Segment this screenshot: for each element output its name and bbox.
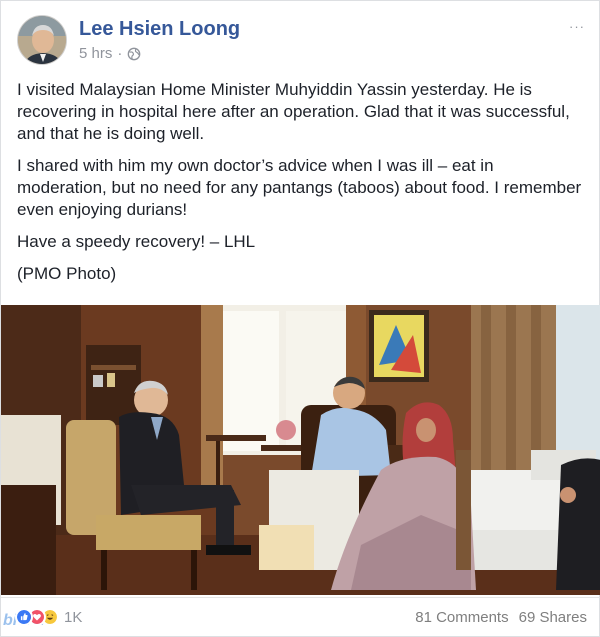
meta-separator: · [117,45,123,62]
facebook-post: Lee Hsien Loong 5 hrs · ··· I visited Ma… [0,0,600,637]
globe-icon [128,47,141,60]
reaction-count[interactable]: 1K [64,609,82,626]
engagement-counts: 81 Comments 69 Shares [415,609,587,626]
post-photo[interactable] [1,305,600,595]
post-body: I visited Malaysian Home Minister Muhyid… [17,79,587,295]
author-name[interactable]: Lee Hsien Loong [79,18,240,41]
like-reaction-icon [15,608,33,626]
comments-count[interactable]: 81 Comments [415,609,508,626]
more-options-button[interactable]: ··· [569,19,585,34]
post-meta: 5 hrs · [79,45,141,62]
post-footer: 1K bicfen 81 Comments 69 Shares [1,597,600,637]
reactions-summary[interactable]: 1K [15,608,82,626]
post-paragraph: Have a speedy recovery! – LHL [17,232,256,251]
shares-count[interactable]: 69 Shares [519,609,587,626]
post-paragraph: (PMO Photo) [17,264,117,283]
avatar[interactable] [17,15,67,65]
hospital-room-photo [1,305,600,595]
post-paragraph: I shared with him my own doctor’s advice… [17,156,582,219]
post-paragraph: I visited Malaysian Home Minister Muhyid… [17,80,570,143]
post-timestamp[interactable]: 5 hrs [79,45,112,62]
